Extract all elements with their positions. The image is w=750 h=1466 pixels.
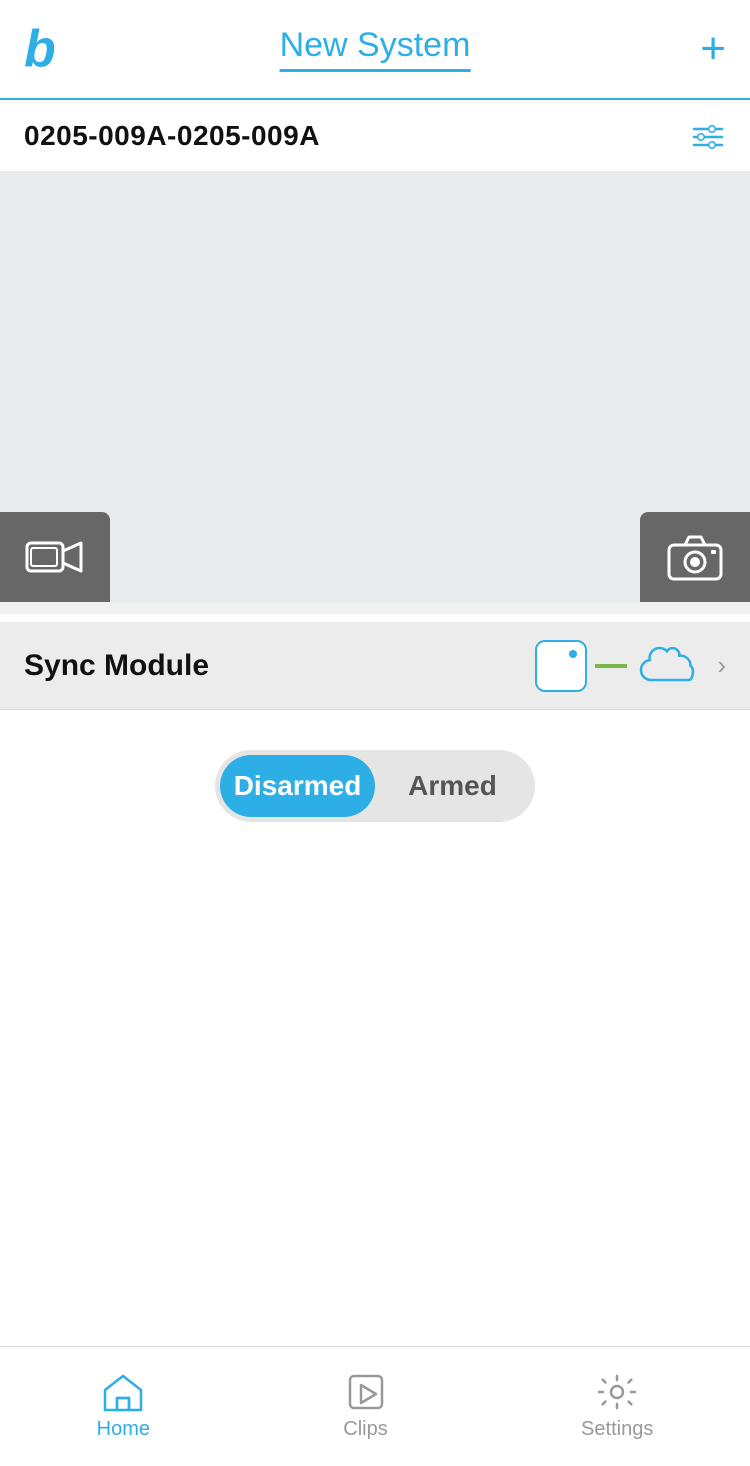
camera-view	[0, 172, 750, 602]
arm-disarm-toggle[interactable]: Disarmed Armed	[215, 750, 535, 822]
bottom-nav: Home Clips Settings	[0, 1346, 750, 1466]
home-nav-label: Home	[97, 1418, 150, 1441]
sync-module-row[interactable]: Sync Module ›	[0, 622, 750, 710]
clips-nav-label: Clips	[343, 1418, 387, 1441]
sync-module-label: Sync Module	[24, 649, 209, 683]
nav-spacer	[0, 1090, 750, 1210]
sync-connector	[595, 664, 627, 668]
device-row: 0205-009A-0205-009A	[0, 100, 750, 172]
sync-device-icon	[535, 640, 587, 692]
settings-nav-label: Settings	[581, 1418, 653, 1441]
cloud-icon	[635, 642, 703, 690]
sync-module-status: ›	[535, 640, 726, 692]
arm-disarm-toggle-container: Disarmed Armed	[0, 710, 750, 872]
app-header: b New System +	[0, 0, 750, 100]
header-title: New System	[280, 26, 471, 72]
disarmed-option[interactable]: Disarmed	[220, 755, 375, 817]
chevron-right-icon: ›	[717, 650, 726, 681]
nav-clips[interactable]: Clips	[323, 1364, 407, 1449]
nav-settings[interactable]: Settings	[561, 1364, 673, 1449]
device-id: 0205-009A-0205-009A	[24, 120, 320, 152]
record-button[interactable]	[0, 512, 110, 602]
content-area: Disarmed Armed	[0, 710, 750, 1090]
sync-device-dot	[569, 650, 577, 658]
armed-option[interactable]: Armed	[375, 755, 530, 817]
app-logo: b	[24, 23, 56, 75]
nav-home[interactable]: Home	[77, 1364, 170, 1449]
photo-button[interactable]	[640, 512, 750, 602]
add-button[interactable]: +	[700, 27, 726, 71]
filter-icon[interactable]	[690, 122, 726, 150]
spacer-1	[0, 602, 750, 614]
